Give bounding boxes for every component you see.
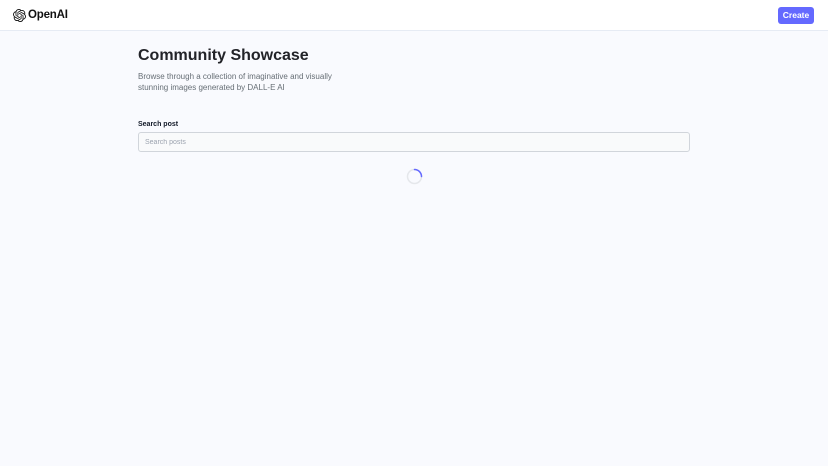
search-label: Search post: [138, 121, 179, 128]
main-content: Community Showcase Browse through a coll…: [138, 46, 690, 185]
create-button[interactable]: Create: [778, 6, 814, 24]
logo-text: OpenAI: [28, 9, 68, 21]
spinner-icon: [406, 168, 422, 185]
top-navbar: OpenAI Create: [0, 0, 828, 31]
page-title: Community Showcase: [138, 47, 309, 64]
page-subtitle: Browse through a collection of imaginati…: [138, 72, 332, 92]
loader-container: [138, 168, 690, 185]
openai-logo-link[interactable]: OpenAI: [13, 8, 68, 22]
search-input[interactable]: [138, 132, 690, 152]
openai-logo-icon: [13, 8, 26, 22]
